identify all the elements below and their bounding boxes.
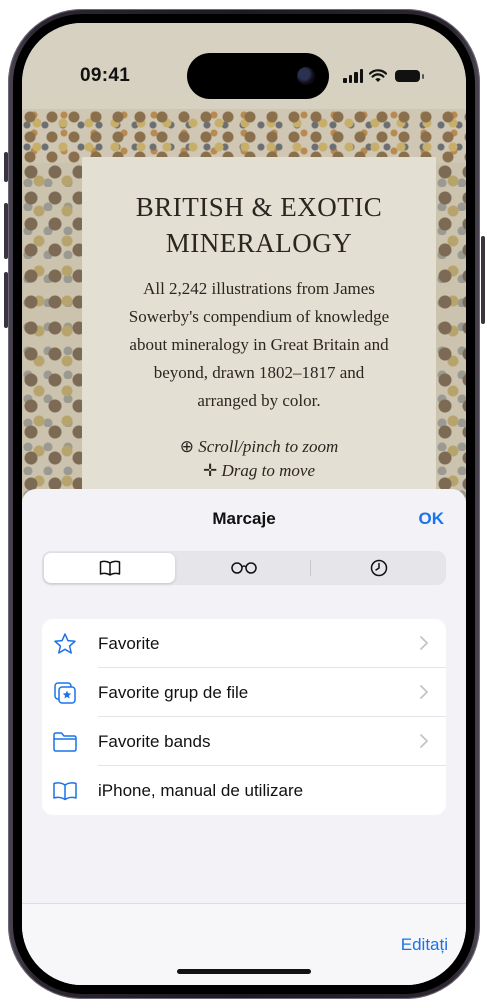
bookmarks-list: Favorite Favorite grup de file Favorite …	[42, 619, 446, 815]
front-camera-icon	[297, 67, 315, 85]
phone-screen: BRITISH & EXOTIC MINERALOGY All 2,242 il…	[22, 23, 466, 985]
status-icons	[343, 66, 424, 86]
list-item-label: Favorite grup de file	[98, 683, 249, 702]
list-item-label: iPhone, manual de utilizare	[98, 781, 304, 800]
sheet-title: Marcaje	[212, 509, 276, 528]
tab-group-star-icon	[52, 680, 78, 706]
list-item-tab-group-favorites[interactable]: Favorite grup de file	[42, 668, 446, 717]
zoom-hint: ⊕ Scroll/pinch to zoom	[82, 435, 436, 459]
page-title: BRITISH & EXOTIC MINERALOGY	[135, 192, 383, 258]
chevron-right-icon	[420, 734, 429, 753]
zoom-icon: ⊕	[179, 437, 194, 456]
folder-icon	[52, 729, 78, 755]
edit-button[interactable]: Editați	[401, 935, 448, 955]
mineral-illustrations-right	[436, 163, 466, 503]
move-hint-text: Drag to move	[221, 461, 315, 480]
list-item-label: Favorite bands	[98, 732, 211, 751]
page-description: All 2,242 illustrations from James Sower…	[128, 279, 390, 410]
move-hint: ✛ Drag to move	[82, 459, 436, 483]
cellular-signal-icon	[343, 69, 363, 83]
star-icon	[52, 631, 78, 657]
list-item-iphone-manual[interactable]: iPhone, manual de utilizare	[42, 766, 446, 815]
sheet-header: Marcaje OK	[22, 489, 466, 551]
chevron-right-icon	[420, 685, 429, 704]
intro-card: BRITISH & EXOTIC MINERALOGY All 2,242 il…	[82, 157, 436, 503]
home-indicator[interactable]	[177, 969, 311, 974]
move-icon: ✛	[203, 461, 218, 480]
side-button[interactable]	[481, 236, 485, 324]
mineral-illustrations-top	[22, 109, 466, 163]
status-bar: 09:41	[22, 23, 466, 113]
tab-bookmarks[interactable]	[44, 553, 175, 583]
glasses-icon	[230, 562, 257, 574]
status-time: 09:41	[80, 65, 131, 86]
mineral-illustrations-left	[22, 163, 82, 503]
list-item-label: Favorite	[98, 634, 160, 653]
battery-icon	[395, 70, 424, 82]
segment-divider	[310, 560, 311, 576]
book-icon	[99, 560, 120, 576]
wifi-icon	[369, 69, 387, 82]
done-button[interactable]: OK	[419, 509, 445, 529]
chevron-right-icon	[420, 636, 429, 655]
zoom-hint-text: Scroll/pinch to zoom	[198, 437, 339, 456]
tab-reading-list[interactable]	[178, 553, 309, 583]
tab-history[interactable]	[313, 553, 444, 583]
dynamic-island	[187, 53, 329, 99]
bookmarks-segmented-control	[42, 551, 446, 585]
list-item-favorites[interactable]: Favorite	[42, 619, 446, 668]
book-icon	[52, 778, 78, 804]
bookmarks-sheet: Marcaje OK Favorite Favorite grup de fil…	[22, 489, 466, 985]
clock-icon	[370, 559, 387, 577]
list-item-favorite-bands[interactable]: Favorite bands	[42, 717, 446, 766]
